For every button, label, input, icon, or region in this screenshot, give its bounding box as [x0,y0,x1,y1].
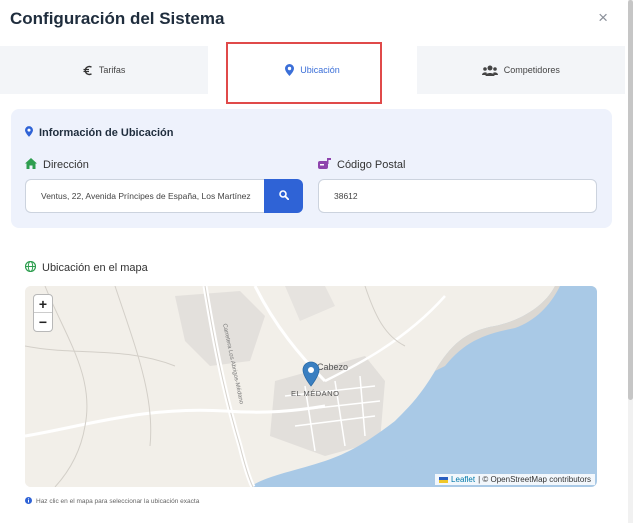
tab-tarifas-label: Tarifas [98,65,126,75]
info-icon [25,497,32,506]
map-tiles: Cabezo EL MÉDANO Carretera Los Abrigos-M… [25,286,597,487]
tab-tarifas[interactable]: Tarifas [0,46,209,94]
address-label-text: Dirección [43,159,89,171]
search-icon [278,187,289,205]
zoom-in-button[interactable]: + [34,295,52,313]
settings-dialog: Configuración del Sistema × Tarifas Ubic… [0,0,633,523]
map-section-label-text: Ubicación en el mapa [42,262,148,274]
globe-icon [24,260,37,275]
mailbox-icon [318,158,331,172]
users-icon [481,65,498,76]
tab-competidores[interactable]: Competidores [416,46,625,94]
map-section-label: Ubicación en el mapa [24,260,148,275]
tab-competidores-label: Competidores [503,65,560,75]
map-marker-icon [285,64,295,76]
map-hint-text: Haz clic en el mapa para seleccionar la … [36,498,200,505]
home-icon [25,158,37,172]
card-title: Información de Ubicación [25,126,173,140]
tab-ubicacion-label: Ubicación [300,65,340,75]
address-label: Dirección [25,158,89,172]
scrollbar[interactable] [628,0,633,523]
close-icon[interactable]: × [598,9,608,26]
address-search-button[interactable] [264,179,303,213]
zoom-control: + − [33,294,53,332]
map-marker-icon [25,126,33,140]
dialog-title: Configuración del Sistema [10,9,225,28]
postal-code-label: Código Postal [318,158,406,172]
leaflet-link[interactable]: Leaflet [451,475,475,484]
euro-icon [83,65,93,76]
map-attribution: Leaflet | © OpenStreetMap contributors [435,474,595,485]
tab-ubicacion[interactable]: Ubicación [208,46,417,94]
postal-code-input[interactable]: 38612 [318,179,597,213]
map-hint: Haz clic en el mapa para seleccionar la … [25,497,199,506]
postal-code-label-text: Código Postal [337,159,406,171]
card-title-text: Información de Ubicación [39,127,174,139]
address-input[interactable]: Ventus, 22, Avenida Príncipes de España,… [25,179,265,213]
scrollbar-thumb[interactable] [628,0,633,400]
map-label-el-medano: EL MÉDANO [291,389,339,398]
ukraine-flag-icon [439,476,449,483]
dialog-header: Configuración del Sistema × [10,9,620,31]
map-label-cabezo: Cabezo [317,362,348,372]
location-info-card: Información de Ubicación Dirección Ventu… [11,109,612,228]
tab-bar: Tarifas Ubicación Competidores [0,46,625,94]
attribution-text: | © OpenStreetMap contributors [478,475,591,484]
zoom-out-button[interactable]: − [34,313,52,331]
map-view[interactable]: Cabezo EL MÉDANO Carretera Los Abrigos-M… [25,286,597,487]
